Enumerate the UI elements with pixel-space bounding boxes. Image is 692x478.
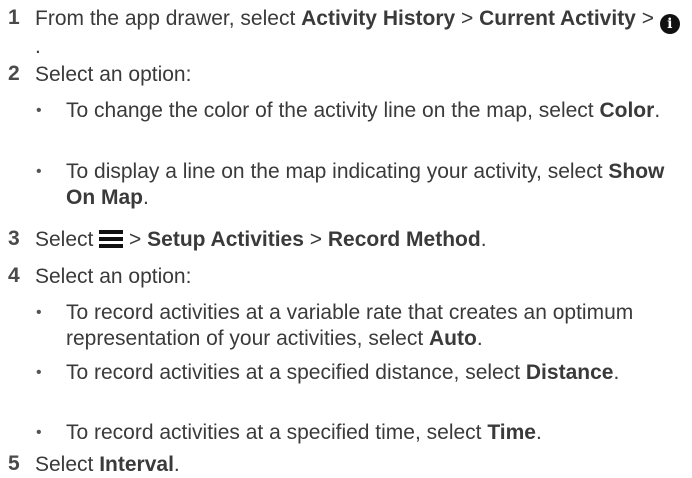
step-number: 1	[8, 6, 20, 29]
list-item: • To record activities at a specified di…	[36, 361, 620, 384]
bullet-icon: •	[36, 163, 42, 180]
step-1: 1 From the app drawer, select Activity H…	[0, 6, 692, 58]
menu-icon	[99, 230, 124, 248]
bullet-icon: •	[36, 364, 42, 381]
step-text: From the app drawer, select Activity His…	[35, 6, 682, 60]
bullet-icon: •	[36, 102, 42, 119]
step-2: 2 Select an option:	[0, 62, 692, 92]
step-3: 3 Select > Setup Activities > Record Met…	[0, 227, 692, 257]
list-item: • To record activities at a variable rat…	[36, 301, 634, 350]
step-5: 5 Select Interval.	[0, 452, 692, 478]
step-4: 4 Select an option:	[0, 264, 692, 294]
step-text: Select an option:	[35, 63, 192, 86]
list-item: • To display a line on the map indicatin…	[36, 160, 665, 209]
step-number: 4	[8, 264, 20, 287]
list-item: • To record activities at a specified ti…	[36, 421, 542, 444]
step-number: 3	[8, 227, 20, 250]
info-icon: i	[659, 14, 680, 34]
bullet-icon: •	[36, 424, 42, 441]
list-item: • To change the color of the activity li…	[36, 99, 661, 122]
step-text: Select > Setup Activities > Record Metho…	[35, 228, 487, 251]
step-text: Select Interval.	[35, 453, 180, 476]
step-text: Select an option:	[35, 265, 192, 288]
step-number: 2	[8, 62, 20, 85]
instructions: 1 From the app drawer, select Activity H…	[0, 0, 692, 478]
step-number: 5	[8, 452, 20, 475]
bullet-icon: •	[36, 304, 42, 321]
